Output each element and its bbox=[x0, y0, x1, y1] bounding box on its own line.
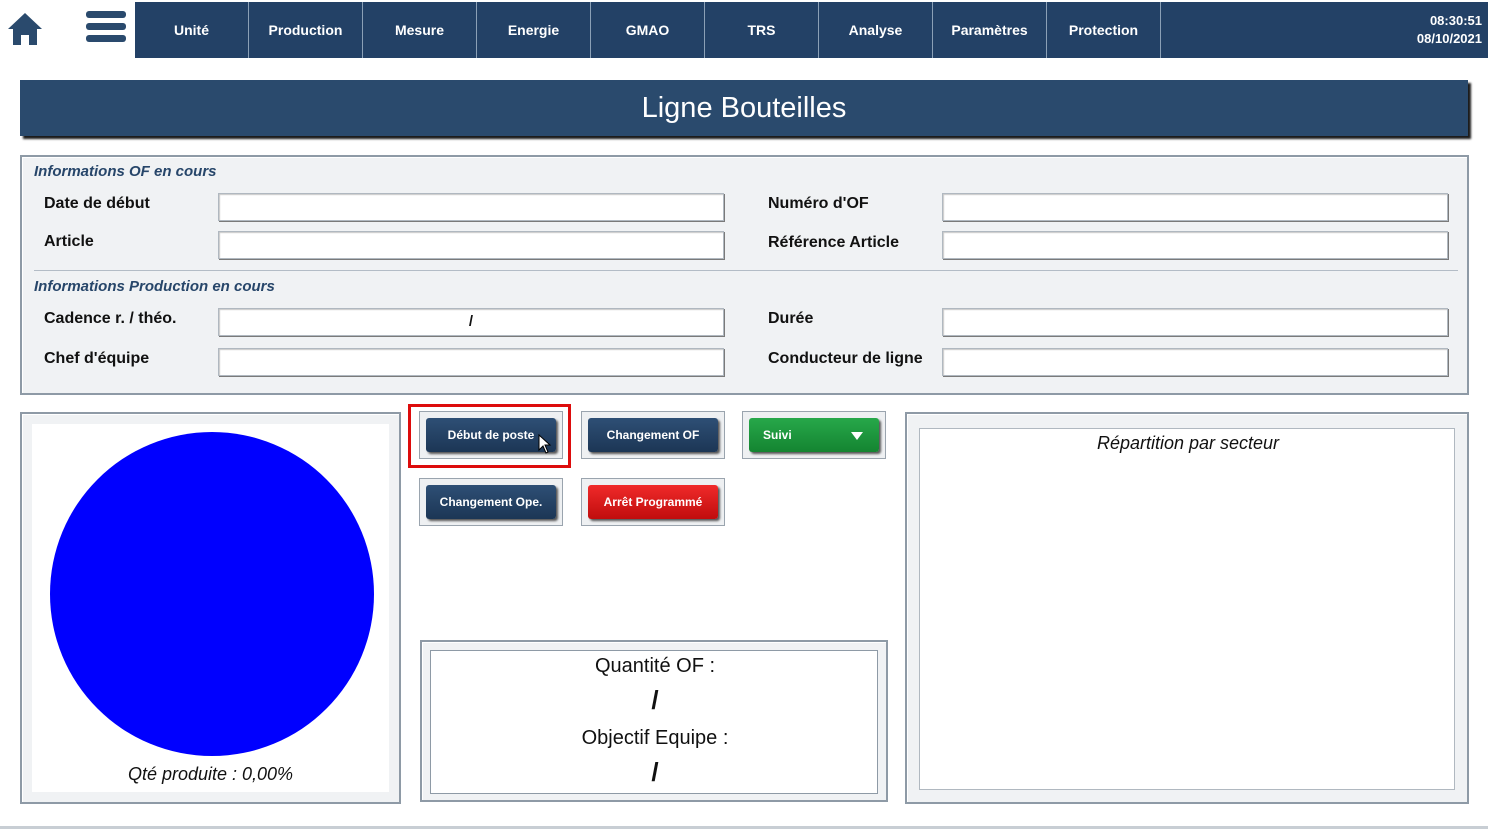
nav-gmao[interactable]: GMAO bbox=[591, 2, 705, 58]
changement-ope-button[interactable]: Changement Ope. bbox=[426, 485, 556, 519]
nav-unite[interactable]: Unité bbox=[135, 2, 249, 58]
chevron-down-icon bbox=[851, 432, 863, 440]
label-date-debut: Date de début bbox=[44, 195, 150, 212]
nav-parametres[interactable]: Paramètres bbox=[933, 2, 1047, 58]
arret-programme-frame: Arrêt Programmé bbox=[581, 478, 725, 526]
changement-of-frame: Changement OF bbox=[581, 411, 725, 459]
nav-mesure[interactable]: Mesure bbox=[363, 2, 477, 58]
objectif-equipe-value: / bbox=[651, 757, 659, 787]
field-date-debut[interactable] bbox=[218, 193, 724, 221]
changement-of-button[interactable]: Changement OF bbox=[588, 418, 718, 452]
nav-trs[interactable]: TRS bbox=[705, 2, 819, 58]
field-cadence[interactable]: / bbox=[218, 308, 724, 336]
nav-protection[interactable]: Protection bbox=[1047, 2, 1161, 58]
field-chef-equipe[interactable] bbox=[218, 348, 724, 376]
label-chef-equipe: Chef d'équipe bbox=[44, 350, 150, 367]
label-numero-of: Numéro d'OF bbox=[768, 195, 869, 212]
quantite-of-value: / bbox=[651, 685, 659, 715]
field-reference-article[interactable] bbox=[942, 231, 1448, 259]
nav-energie[interactable]: Energie bbox=[477, 2, 591, 58]
gauge-area: Qté produite : 0,00% bbox=[32, 424, 389, 792]
clock-date: 08/10/2021 bbox=[1416, 31, 1482, 46]
bottom-border bbox=[0, 826, 1488, 829]
clock: 08:30:51 08/10/2021 bbox=[1417, 12, 1482, 48]
label-reference-article: Référence Article bbox=[768, 234, 900, 251]
menu-icon[interactable] bbox=[86, 11, 126, 45]
repartition-panel: Répartition par secteur bbox=[905, 412, 1469, 804]
suivi-dropdown[interactable]: Suivi bbox=[749, 418, 879, 452]
suivi-frame: Suivi bbox=[742, 411, 886, 459]
suivi-label: Suivi bbox=[763, 428, 792, 442]
quantity-panel: Quantité OF : / Objectif Equipe : / bbox=[420, 640, 888, 802]
quantite-of-label: Quantité OF : bbox=[594, 655, 716, 677]
nav-analyse[interactable]: Analyse bbox=[819, 2, 933, 58]
label-duree: Durée bbox=[768, 310, 814, 327]
section-title-of: Informations OF en cours bbox=[34, 163, 217, 180]
label-conducteur-ligne: Conducteur de ligne bbox=[768, 350, 923, 367]
field-conducteur-ligne[interactable] bbox=[942, 348, 1448, 376]
objectif-equipe-label: Objectif Equipe : bbox=[581, 727, 729, 749]
section-title-production: Informations Production en cours bbox=[34, 278, 275, 295]
field-numero-of[interactable] bbox=[942, 193, 1448, 221]
field-duree[interactable] bbox=[942, 308, 1448, 336]
production-gauge-panel: Qté produite : 0,00% bbox=[20, 412, 401, 804]
quantity-box: Quantité OF : / Objectif Equipe : / bbox=[430, 650, 878, 794]
clock-time: 08:30:51 bbox=[1429, 13, 1482, 28]
nav-production[interactable]: Production bbox=[249, 2, 363, 58]
page-title: Ligne Bouteilles bbox=[641, 91, 847, 124]
label-cadence: Cadence r. / théo. bbox=[44, 310, 177, 327]
changement-ope-frame: Changement Ope. bbox=[419, 478, 563, 526]
repartition-title: Répartition par secteur bbox=[1096, 433, 1280, 453]
label-article: Article bbox=[44, 233, 94, 250]
gauge-label: Qté produite : 0,00% bbox=[127, 764, 294, 784]
page-title-bar: Ligne Bouteilles bbox=[20, 80, 1468, 136]
mouse-cursor-icon bbox=[538, 434, 552, 454]
section-divider bbox=[34, 270, 1458, 271]
main-nav: Unité Production Mesure Energie GMAO TRS… bbox=[135, 2, 1488, 58]
production-pie bbox=[50, 432, 374, 756]
repartition-chart-area: Répartition par secteur bbox=[919, 428, 1455, 790]
home-icon[interactable] bbox=[6, 10, 44, 48]
arret-programme-button[interactable]: Arrêt Programmé bbox=[588, 485, 718, 519]
info-panel: Informations OF en cours Date de début N… bbox=[20, 155, 1469, 395]
field-article[interactable] bbox=[218, 231, 724, 259]
